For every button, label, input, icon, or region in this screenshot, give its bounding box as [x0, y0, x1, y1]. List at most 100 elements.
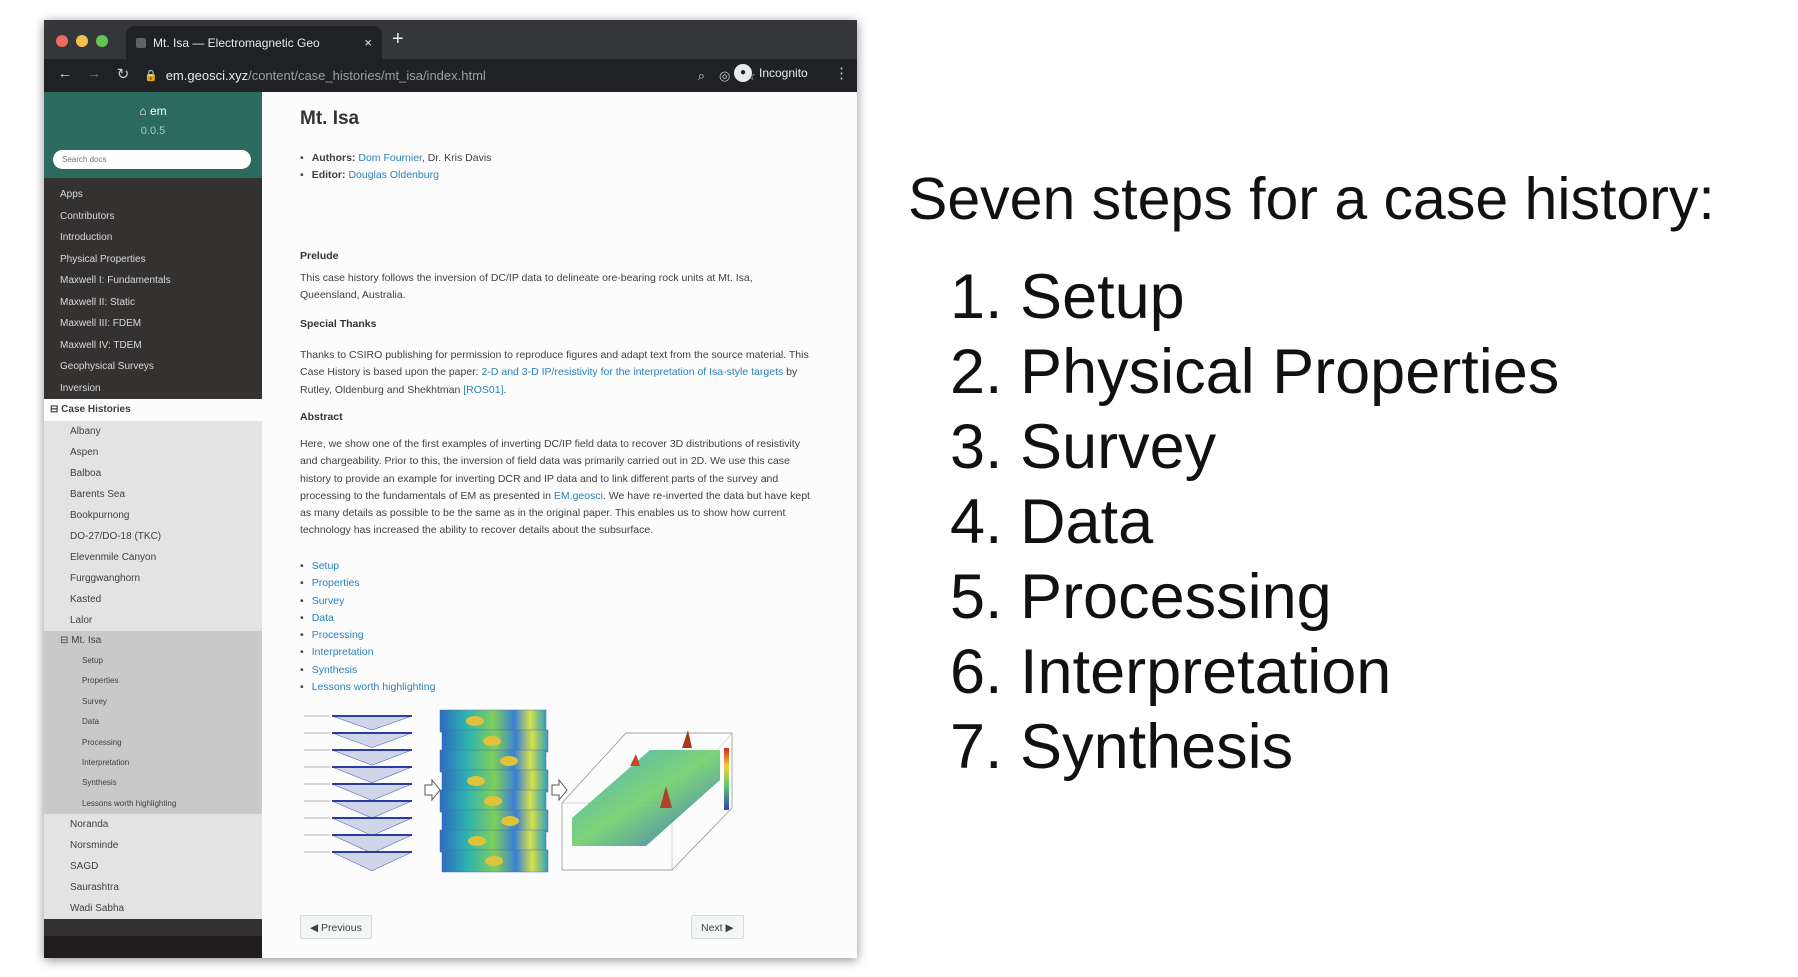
pseudosection-triangle — [331, 800, 413, 819]
sidebar-subitem-lessons-worth-highlighting[interactable]: Lessons worth highlighting — [44, 794, 262, 814]
home-link[interactable]: ⌂ em — [44, 92, 262, 118]
previous-button[interactable]: ◀ Previous — [300, 915, 372, 939]
editor-link[interactable]: Douglas Oldenburg — [348, 169, 438, 181]
abstract-heading: Abstract — [300, 411, 343, 423]
search-docs-input[interactable] — [53, 150, 251, 169]
minimize-window-button[interactable] — [76, 35, 88, 47]
sidebar-item-maxwell-ii-static[interactable]: Maxwell II: Static — [44, 292, 262, 314]
sidebar-item-balboa[interactable]: Balboa — [44, 463, 262, 484]
authors-label: Authors: — [311, 152, 356, 164]
next-label: Next — [701, 922, 723, 934]
sidebar-item-sagd[interactable]: SAGD — [44, 856, 262, 877]
case-histories-list: Albany Aspen Balboa Barents Sea Bookpurnong D… — [44, 421, 262, 920]
case-histories-label: Case Histories — [61, 404, 131, 415]
address-bar[interactable]: 🔒 em.geosci.xyz/content/case_histories/m… — [144, 63, 756, 88]
sidebar-item-elevenmile-canyon[interactable]: Elevenmile Canyon — [44, 547, 262, 568]
sidebar-subitem-setup[interactable]: Setup — [44, 651, 262, 671]
close-window-button[interactable] — [56, 35, 68, 47]
sidebar-item-do-27-do-18-tkc[interactable]: DO-27/DO-18 (TKC) — [44, 526, 262, 547]
toc-link-survey[interactable]: Survey — [312, 595, 345, 607]
model-anomaly — [485, 856, 503, 866]
tab-favicon-icon — [136, 37, 146, 48]
toc-link-data[interactable]: Data — [312, 612, 334, 624]
toc-link-processing[interactable]: Processing — [312, 629, 364, 641]
citation-link[interactable]: [ROS01] — [463, 384, 503, 396]
sidebar-item-inversion[interactable]: Inversion — [44, 378, 262, 400]
sidebar-footer — [44, 936, 262, 958]
step-item: 5. Processing — [950, 562, 1332, 632]
maximize-window-button[interactable] — [96, 35, 108, 47]
toc-item: Interpretation — [300, 644, 435, 661]
sidebar-item-contributors[interactable]: Contributors — [44, 206, 262, 228]
sidebar-item-introduction[interactable]: Introduction — [44, 227, 262, 249]
tab-title: Mt. Isa — Electromagnetic Geo — [153, 35, 320, 50]
sidebar-item-case-histories[interactable]: ⊟ Case Histories — [44, 399, 262, 421]
sidebar-item-noranda[interactable]: Noranda — [44, 814, 262, 835]
sidebar-item-kasted[interactable]: Kasted — [44, 589, 262, 610]
toc-item: Properties — [300, 575, 435, 592]
toc-item: Setup — [300, 558, 435, 575]
model-anomaly — [501, 816, 519, 826]
editor-label: Editor: — [311, 169, 346, 181]
sidebar-item-wadi-sabha[interactable]: Wadi Sabha — [44, 898, 262, 919]
version-label: 0.0.5 — [140, 125, 166, 137]
toc-link-interpretation[interactable]: Interpretation — [312, 646, 374, 658]
incognito-indicator[interactable]: ● Incognito — [734, 64, 808, 82]
url-path: /content/case_histories/mt_isa/index.htm… — [248, 68, 486, 83]
page-title: Mt. Isa — [300, 108, 360, 129]
sidebar-item-furggwanghorn[interactable]: Furggwanghorn — [44, 568, 262, 589]
survey-lines-panel — [304, 715, 413, 872]
pseudosection-triangle — [331, 749, 413, 766]
em-geosci-link[interactable]: EM.geosci — [554, 490, 603, 502]
incognito-label: Incognito — [759, 66, 808, 80]
forward-arrow-icon[interactable]: → — [85, 65, 103, 82]
toc-link-properties[interactable]: Properties — [312, 577, 360, 589]
paper-link[interactable]: 2-D and 3-D IP/resistivity for the inter… — [482, 366, 784, 378]
toc-link-synthesis[interactable]: Synthesis — [312, 664, 358, 676]
back-arrow-icon[interactable]: ← — [56, 65, 74, 82]
sidebar-subitem-synthesis[interactable]: Synthesis — [44, 773, 262, 793]
sidebar-subitem-interpretation[interactable]: Interpretation — [44, 753, 262, 773]
menu-dots-icon[interactable]: ⋮ — [834, 64, 849, 82]
sidebar-item-geophysical-surveys[interactable]: Geophysical Surveys — [44, 356, 262, 378]
prelude-heading: Prelude — [300, 250, 339, 262]
browser-tab[interactable]: Mt. Isa — Electromagnetic Geo × — [126, 26, 382, 59]
sidebar-item-maxwell-i-fundamentals[interactable]: Maxwell I: Fundamentals — [44, 270, 262, 292]
sidebar-subitem-data[interactable]: Data — [44, 712, 262, 732]
sidebar-item-bookpurnong[interactable]: Bookpurnong — [44, 505, 262, 526]
toc-item: Lessons worth highlighting — [300, 679, 436, 696]
sidebar-item-maxwell-iv-tdem[interactable]: Maxwell IV: TDEM — [44, 335, 262, 357]
author-link[interactable]: Dom Fournier — [358, 152, 422, 164]
sidebar-item-barents-sea[interactable]: Barents Sea — [44, 484, 262, 505]
close-tab-icon[interactable]: × — [364, 35, 372, 50]
sidebar-nav: Apps Contributors Introduction Physical Pro… — [44, 178, 262, 920]
toc-link-lessons-worth-highlighting[interactable]: Lessons worth highlighting — [312, 681, 436, 693]
model-anomaly — [467, 776, 485, 786]
search-icon[interactable]: ⌕ — [698, 68, 705, 84]
next-button[interactable]: Next ▶ — [691, 915, 744, 939]
pseudosection-triangle — [331, 715, 413, 731]
sidebar-subitem-survey[interactable]: Survey — [44, 692, 262, 712]
sidebar-item-physical-properties[interactable]: Physical Properties — [44, 249, 262, 271]
inversion-figure — [304, 709, 733, 873]
case-items-after: Noranda Norsminde SAGD Saurashtra Wadi Sabha — [44, 814, 262, 919]
sidebar-item-albany[interactable]: Albany — [44, 421, 262, 442]
sidebar-item-norsminde[interactable]: Norsminde — [44, 835, 262, 856]
sidebar-item-apps[interactable]: Apps — [44, 184, 262, 206]
sidebar-item-saurashtra[interactable]: Saurashtra — [44, 877, 262, 898]
eye-slash-icon[interactable]: ◎ — [719, 68, 730, 84]
new-tab-button[interactable]: + — [392, 28, 404, 51]
sidebar-item-aspen[interactable]: Aspen — [44, 442, 262, 463]
toc-link-setup[interactable]: Setup — [312, 560, 339, 572]
sidebar-item-maxwell-iii-fdem[interactable]: Maxwell III: FDEM — [44, 313, 262, 335]
reload-icon[interactable]: ↻ — [114, 65, 132, 83]
sidebar-subitem-properties[interactable]: Properties — [44, 671, 262, 691]
model-slice — [439, 749, 547, 773]
url-host: em.geosci.xyz — [165, 68, 249, 83]
slide-title: Seven steps for a case history: — [908, 166, 1715, 232]
pseudosection-triangle — [331, 851, 413, 872]
step-item: 2. Physical Properties — [950, 337, 1560, 407]
sidebar-item-lalor[interactable]: Lalor — [44, 610, 262, 631]
sidebar-item-mt-isa[interactable]: ⊟ Mt. Isa — [44, 631, 262, 651]
sidebar-subitem-processing[interactable]: Processing — [44, 733, 262, 753]
